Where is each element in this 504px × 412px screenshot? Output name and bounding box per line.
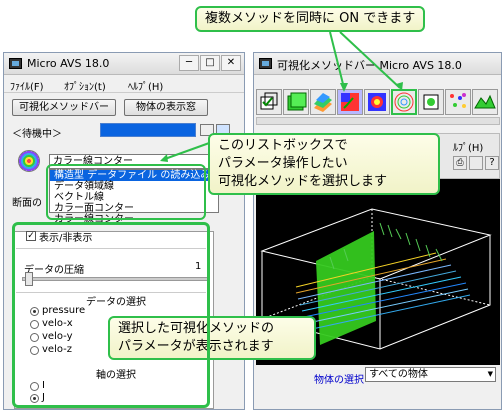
callout-top-text: 複数メソッドを同時に ON できます xyxy=(205,11,416,26)
dropdown-highlight xyxy=(46,164,206,220)
parameter-highlight xyxy=(12,222,210,408)
callout-middle: このリストボックスで パラメータ操作したい 可視化メソッドを選択します xyxy=(208,133,440,195)
callout-middle-line: 可視化メソッドを選択します xyxy=(218,174,388,189)
callout-middle-line: このリストボックスで xyxy=(218,138,348,153)
callout-top: 複数メソッドを同時に ON できます xyxy=(195,6,426,32)
callout-middle-line: パラメータ操作したい xyxy=(218,156,348,171)
